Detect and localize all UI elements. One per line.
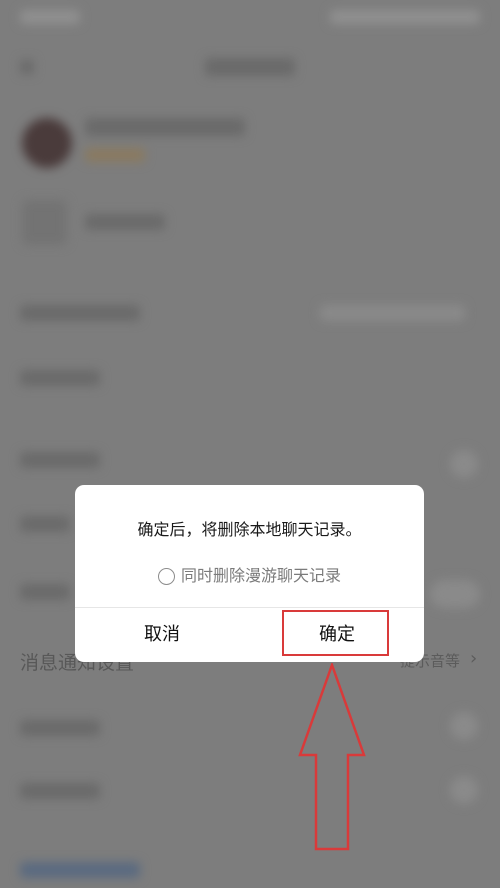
delete-roaming-label: 同时删除漫游聊天记录 (180, 566, 341, 585)
confirm-highlight-box (282, 610, 389, 656)
dim-overlay (0, 0, 500, 888)
dialog-message: 确定后，将删除本地聊天记录。 (137, 520, 362, 539)
cancel-button[interactable]: 取消 (75, 608, 249, 662)
arrow-up-icon (298, 663, 366, 851)
delete-roaming-checkbox[interactable]: 同时删除漫游聊天记录 (75, 562, 424, 586)
radio-circle-icon[interactable] (157, 568, 175, 585)
